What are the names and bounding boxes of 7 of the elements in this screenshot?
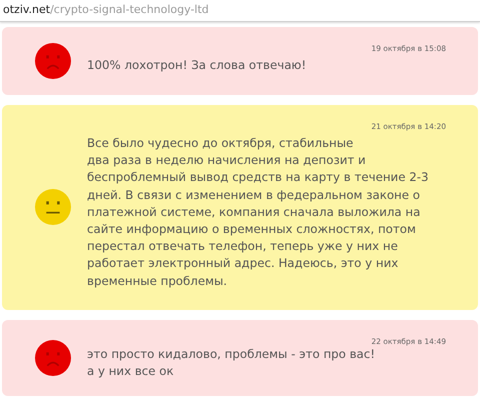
neutral-face-icon bbox=[35, 189, 71, 226]
sad-face-icon bbox=[35, 340, 71, 376]
review-text: это просто кидалово, проблемы - это про вас! а у них все ок bbox=[87, 346, 376, 380]
sad-face-icon bbox=[35, 43, 71, 79]
review-text: 100% лохотрон! За слова отвечаю! bbox=[87, 57, 308, 74]
review-text: Все было чудесно до октября, стабильные два раза в неделю начисления на депозит и беспроблемный вывод средств на карту в течение 2-3 дней. В связи с изменением в федеральном законе о платежной системе, компания сначала выложила на сайте информацию о временных сложностях, потом перестал отвечать телефон, теперь уже у них не работает электронный адрес. Надеюсь, это у них временные проблемы. bbox=[87, 135, 430, 290]
url-text[interactable]: otziv.net/crypto-signal-technology-ltd bbox=[3, 2, 209, 19]
